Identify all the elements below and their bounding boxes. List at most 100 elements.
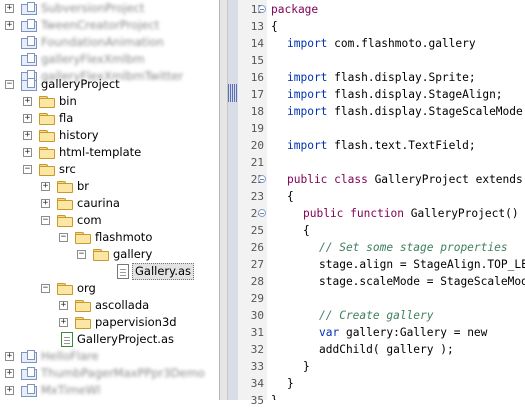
folder-label: bin (59, 94, 77, 108)
project-label: MxTimeWl (41, 383, 101, 397)
project-icon (21, 19, 37, 32)
project-label: FoundationAnimation (41, 35, 164, 49)
expand-icon[interactable]: + (5, 369, 14, 378)
line-number: 23 (250, 190, 264, 203)
code-line: stage.scaleMode = StageScaleMode; (319, 273, 525, 290)
code-text: flash.display.StageScaleMode; (327, 105, 525, 118)
project-label: TweenCreatorProject (41, 18, 160, 32)
expand-icon[interactable]: + (5, 386, 14, 395)
code-text: stage.scaleMode = StageScaleMode; (319, 275, 525, 288)
code-text: flash.text.TextField; (327, 139, 476, 152)
code-editor[interactable]: package{import com.flashmoto.gallery impo… (267, 0, 525, 400)
expand-icon[interactable]: + (23, 148, 32, 157)
project-label: galleryFlexXmlbm (41, 52, 145, 66)
folder-icon (57, 198, 73, 210)
code-line: } (303, 358, 310, 375)
code-line: package (271, 1, 318, 18)
folder-icon (75, 317, 91, 329)
fold-toggle-icon[interactable] (258, 175, 266, 183)
code-text: flash.display.StageAlign; (327, 88, 503, 101)
folder-label: gallery (113, 247, 153, 261)
expand-icon[interactable]: + (41, 182, 50, 191)
code-keyword: var (319, 326, 340, 339)
project-label: SubversionProject (41, 1, 145, 15)
folder-label: ascollada (95, 298, 150, 312)
expand-icon[interactable]: + (23, 114, 32, 123)
code-text: } (271, 394, 278, 400)
collapse-icon[interactable]: − (59, 233, 68, 242)
folder-icon (39, 113, 55, 125)
code-line: // Set some stage properties (319, 239, 508, 256)
code-line: { (271, 18, 278, 35)
line-number: 18 (250, 105, 264, 118)
code-text: { (287, 190, 294, 203)
collapse-icon[interactable]: − (41, 284, 50, 293)
expand-icon[interactable]: + (5, 4, 14, 13)
project-icon (21, 53, 37, 66)
expand-icon[interactable]: + (59, 318, 68, 327)
code-text: flash.display.Sprite; (327, 71, 476, 84)
project-icon (21, 78, 37, 91)
code-text: com.flashmoto.gallery (327, 37, 476, 50)
project-icon (21, 367, 37, 380)
code-line: public class GalleryProject extends (287, 171, 523, 188)
fold-toggle-icon[interactable] (258, 209, 266, 217)
collapse-icon[interactable]: − (41, 216, 50, 225)
line-number: 15 (250, 54, 264, 67)
project-label: ThumbPagerMaxPPpr3Demo (41, 366, 205, 380)
code-text: { (271, 20, 278, 33)
code-keyword: import (287, 88, 328, 101)
folder-icon (39, 96, 55, 108)
code-line: import com.flashmoto.gallery (287, 35, 476, 52)
line-number: 32 (250, 343, 264, 356)
line-number: 17 (250, 88, 264, 101)
pane-splitter[interactable] (219, 0, 228, 400)
line-number: 35 (250, 394, 264, 407)
line-number: 28 (250, 275, 264, 288)
line-number-ruler: 1213141516171819202122232425262728293031… (238, 0, 267, 407)
code-text: addChild( gallery ); (319, 343, 454, 356)
source-folder-icon (39, 164, 55, 176)
folder-label: src (59, 162, 76, 176)
code-keyword: import (287, 71, 328, 84)
project-icon (21, 2, 37, 15)
line-number: 13 (250, 20, 264, 33)
collapse-icon[interactable]: − (77, 250, 86, 259)
expand-icon[interactable]: + (23, 131, 32, 140)
line-number: 31 (250, 326, 264, 339)
folder-label: papervision3d (95, 315, 177, 329)
folder-label: br (77, 179, 90, 193)
code-line: import flash.text.TextField; (287, 137, 476, 154)
code-text: GalleryProject extends (367, 173, 523, 186)
fold-toggle-icon[interactable] (258, 5, 266, 13)
code-keyword: import (287, 105, 328, 118)
line-number: 25 (250, 224, 264, 237)
expand-icon[interactable]: + (23, 97, 32, 106)
expand-icon[interactable]: + (41, 199, 50, 208)
folder-icon (75, 300, 91, 312)
folder-icon (57, 283, 73, 295)
code-line: import flash.display.Sprite; (287, 69, 476, 86)
folder-label: com (77, 213, 102, 227)
expand-icon[interactable]: + (5, 352, 14, 361)
code-keyword: package (271, 3, 319, 16)
code-comment: // Create gallery (319, 309, 434, 322)
collapse-icon[interactable]: − (23, 165, 32, 174)
code-line: public function GalleryProject() (303, 205, 519, 222)
expand-icon[interactable]: + (5, 21, 14, 30)
code-keyword: import (287, 37, 328, 50)
change-marker (228, 84, 238, 102)
code-text: } (303, 360, 310, 373)
collapse-icon[interactable]: − (5, 80, 14, 89)
line-number: 30 (250, 309, 264, 322)
project-icon (21, 384, 37, 397)
code-line: // Create gallery (319, 307, 434, 324)
code-line: addChild( gallery ); (319, 341, 454, 358)
code-text: { (303, 224, 310, 237)
project-icon (21, 350, 37, 363)
line-number: 16 (250, 71, 264, 84)
line-number: 34 (250, 377, 264, 390)
line-number: 33 (250, 360, 264, 373)
expand-icon[interactable]: + (59, 301, 68, 310)
folder-icon (75, 232, 91, 244)
